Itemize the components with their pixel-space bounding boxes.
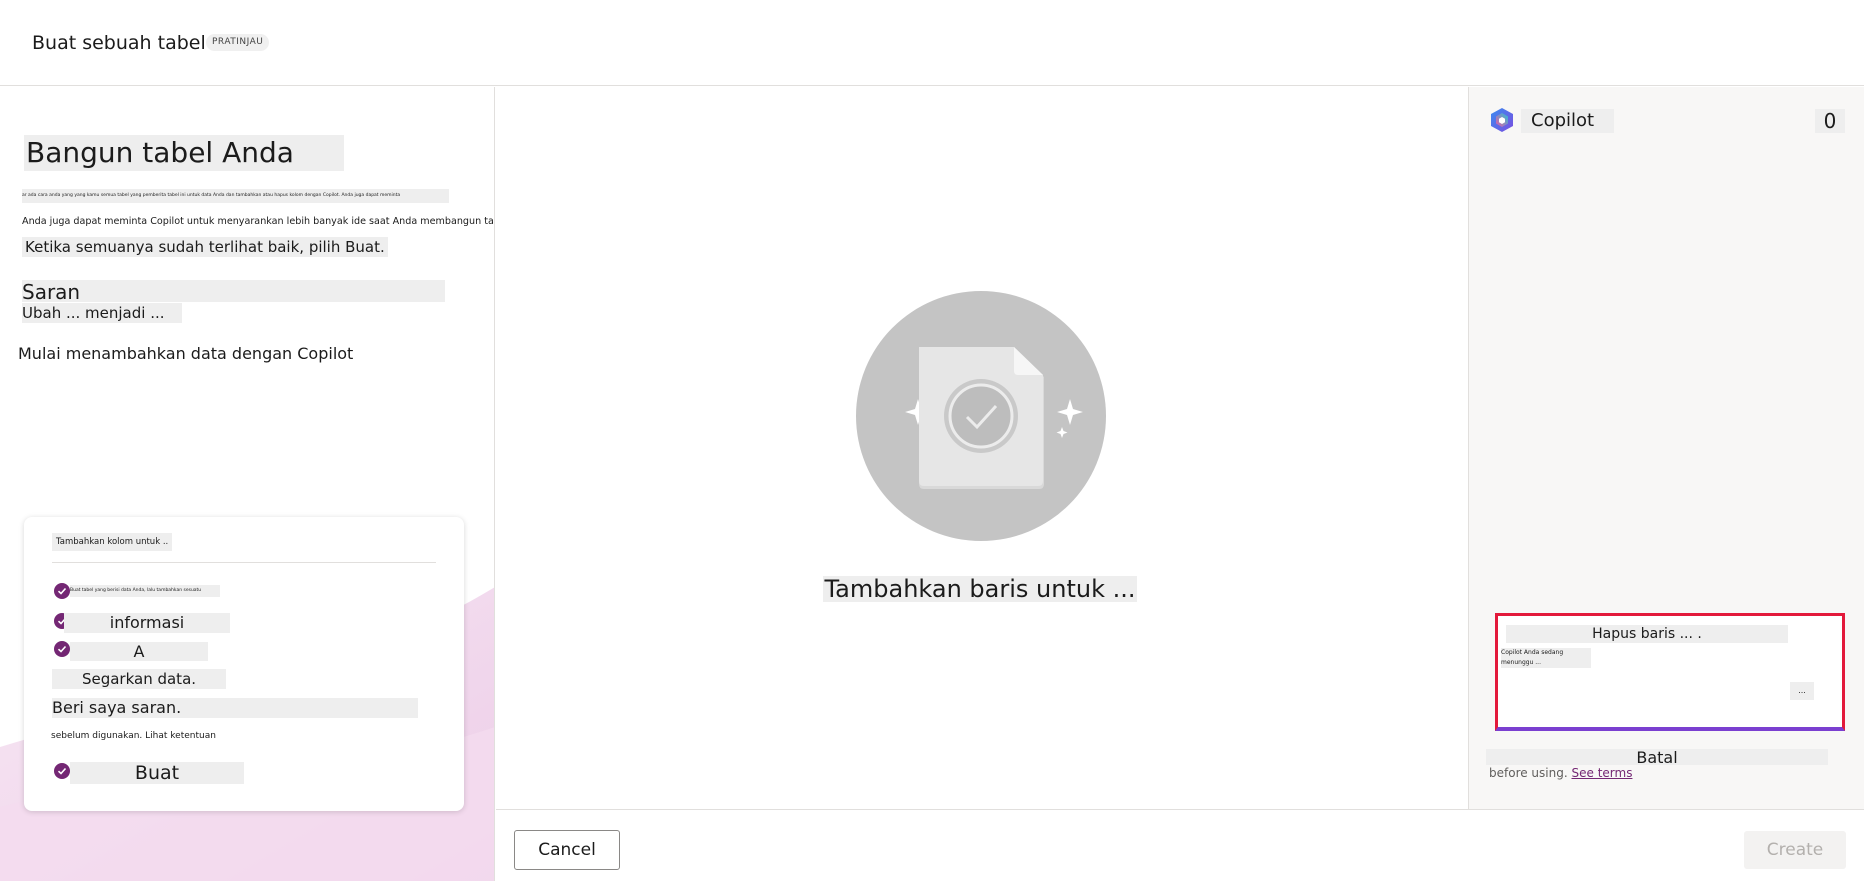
panel-description: ar ada cara anda yang yang kamu semua ta…	[22, 189, 449, 203]
refresh-data-button[interactable]: Segarkan data.	[52, 669, 226, 689]
copilot-disclaimer: before using. See terms	[1489, 766, 1632, 780]
see-terms-link[interactable]: See terms	[1572, 766, 1633, 780]
copilot-panel: Copilot 0 Hapus baris ... . Copilot Anda…	[1468, 87, 1864, 809]
terms-note: sebelum digunakan. Lihat ketentuan	[51, 731, 216, 741]
add-rows-label: Tambahkan baris untuk ...	[823, 575, 1137, 603]
dialog-title: Buat sebuah tabel	[32, 32, 206, 54]
card-divider	[52, 562, 436, 563]
disclaimer-text: before using.	[1489, 766, 1568, 780]
suggestion-item[interactable]: Ubah ... menjadi ...	[22, 303, 182, 323]
suggestion-card: Tambahkan kolom untuk .. Buat tabel yang…	[24, 517, 464, 811]
check-icon	[54, 583, 70, 599]
left-panel: Bangun tabel Anda ar ada cara anda yang …	[0, 87, 495, 881]
panel-title: Bangun tabel Anda	[24, 135, 344, 171]
start-copilot-link[interactable]: Mulai menambahkan data dengan Copilot	[18, 343, 364, 365]
panel-description-create: Ketika semuanya sudah terlihat baik, pil…	[22, 237, 388, 257]
create-button[interactable]: Create	[1744, 831, 1846, 869]
panel-description-copilot: Anda juga dapat meminta Copilot untuk me…	[22, 216, 495, 227]
batal-button[interactable]: Batal	[1486, 749, 1828, 767]
preview-badge: PRATINJAU	[206, 34, 270, 51]
table-preview-area: Tambahkan baris untuk ...	[496, 87, 1468, 809]
suggestion-row[interactable]: A	[70, 642, 208, 661]
chat-placeholder-text: Copilot Anda sedang menunggu ...	[1501, 648, 1591, 668]
dialog-header: Buat sebuah tabel PRATINJAU	[0, 0, 1864, 86]
check-icon	[54, 641, 70, 657]
chat-more-button[interactable]: ...	[1790, 682, 1814, 700]
dialog-footer: Cancel Create	[496, 809, 1864, 881]
copilot-chat-input[interactable]: Hapus baris ... . Copilot Anda sedang me…	[1495, 613, 1845, 731]
copilot-count: 0	[1815, 109, 1845, 133]
cancel-button[interactable]: Cancel	[514, 830, 620, 870]
suggestion-row[interactable]: informasi	[64, 613, 230, 633]
card-heading: Tambahkan kolom untuk ..	[52, 533, 173, 551]
check-icon	[54, 763, 70, 779]
suggestions-label: Saran	[22, 280, 445, 304]
suggestion-row[interactable]: Buat tabel yang berisi data Anda, lalu t…	[70, 585, 220, 597]
card-create-button[interactable]: Buat	[70, 762, 244, 784]
copilot-title: Copilot	[1521, 109, 1614, 133]
give-suggestions-button[interactable]: Beri saya saran.	[52, 698, 418, 718]
copilot-logo-icon	[1491, 108, 1513, 132]
chat-prompt-text: Hapus baris ... .	[1506, 625, 1788, 643]
document-check-icon	[856, 291, 1106, 541]
